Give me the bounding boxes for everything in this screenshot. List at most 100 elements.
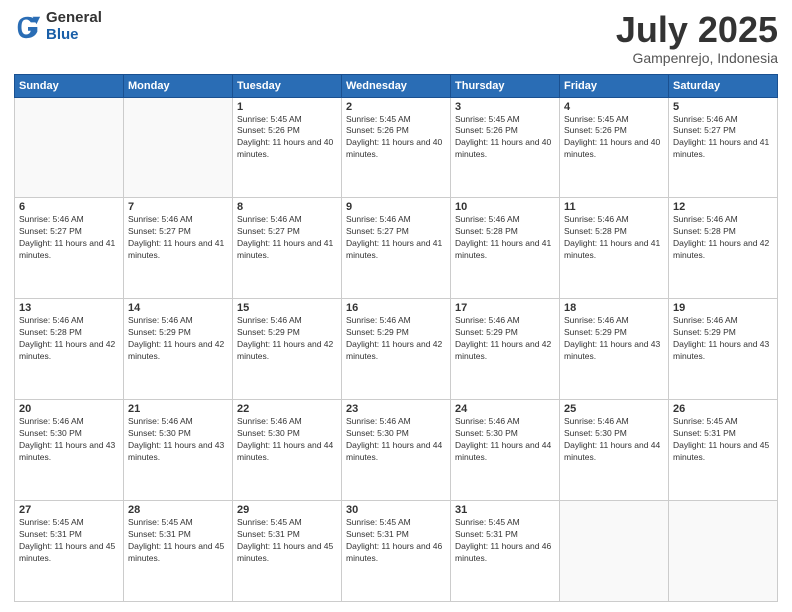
table-row: 18Sunrise: 5:46 AMSunset: 5:29 PMDayligh…: [560, 299, 669, 400]
sun-info: Sunrise: 5:45 AMSunset: 5:26 PMDaylight:…: [564, 114, 664, 162]
sun-info: Sunrise: 5:45 AMSunset: 5:31 PMDaylight:…: [19, 517, 119, 565]
table-row: 11Sunrise: 5:46 AMSunset: 5:28 PMDayligh…: [560, 198, 669, 299]
day-number: 2: [346, 101, 446, 113]
table-row: [669, 501, 778, 602]
day-number: 23: [346, 403, 446, 415]
sun-info: Sunrise: 5:45 AMSunset: 5:31 PMDaylight:…: [237, 517, 337, 565]
calendar-week-row: 20Sunrise: 5:46 AMSunset: 5:30 PMDayligh…: [15, 400, 778, 501]
day-number: 16: [346, 302, 446, 314]
location: Gampenrejo, Indonesia: [616, 50, 778, 66]
table-row: [124, 97, 233, 198]
sun-info: Sunrise: 5:45 AMSunset: 5:31 PMDaylight:…: [673, 416, 773, 464]
logo: General Blue: [14, 10, 102, 43]
col-tuesday: Tuesday: [233, 74, 342, 97]
day-number: 14: [128, 302, 228, 314]
col-saturday: Saturday: [669, 74, 778, 97]
table-row: 21Sunrise: 5:46 AMSunset: 5:30 PMDayligh…: [124, 400, 233, 501]
table-row: 4Sunrise: 5:45 AMSunset: 5:26 PMDaylight…: [560, 97, 669, 198]
table-row: 15Sunrise: 5:46 AMSunset: 5:29 PMDayligh…: [233, 299, 342, 400]
table-row: 1Sunrise: 5:45 AMSunset: 5:26 PMDaylight…: [233, 97, 342, 198]
day-number: 25: [564, 403, 664, 415]
day-number: 3: [455, 101, 555, 113]
title-block: July 2025 Gampenrejo, Indonesia: [616, 10, 778, 66]
day-number: 12: [673, 201, 773, 213]
sun-info: Sunrise: 5:45 AMSunset: 5:31 PMDaylight:…: [455, 517, 555, 565]
sun-info: Sunrise: 5:46 AMSunset: 5:29 PMDaylight:…: [128, 315, 228, 363]
calendar-week-row: 1Sunrise: 5:45 AMSunset: 5:26 PMDaylight…: [15, 97, 778, 198]
sun-info: Sunrise: 5:46 AMSunset: 5:29 PMDaylight:…: [673, 315, 773, 363]
sun-info: Sunrise: 5:45 AMSunset: 5:26 PMDaylight:…: [346, 114, 446, 162]
day-number: 11: [564, 201, 664, 213]
day-number: 7: [128, 201, 228, 213]
table-row: 25Sunrise: 5:46 AMSunset: 5:30 PMDayligh…: [560, 400, 669, 501]
col-sunday: Sunday: [15, 74, 124, 97]
day-number: 18: [564, 302, 664, 314]
day-number: 17: [455, 302, 555, 314]
col-wednesday: Wednesday: [342, 74, 451, 97]
logo-blue-text: Blue: [46, 27, 102, 44]
table-row: 13Sunrise: 5:46 AMSunset: 5:28 PMDayligh…: [15, 299, 124, 400]
day-number: 24: [455, 403, 555, 415]
sun-info: Sunrise: 5:46 AMSunset: 5:29 PMDaylight:…: [237, 315, 337, 363]
sun-info: Sunrise: 5:46 AMSunset: 5:27 PMDaylight:…: [237, 214, 337, 262]
day-number: 10: [455, 201, 555, 213]
table-row: 14Sunrise: 5:46 AMSunset: 5:29 PMDayligh…: [124, 299, 233, 400]
table-row: [560, 501, 669, 602]
table-row: 8Sunrise: 5:46 AMSunset: 5:27 PMDaylight…: [233, 198, 342, 299]
table-row: 9Sunrise: 5:46 AMSunset: 5:27 PMDaylight…: [342, 198, 451, 299]
day-number: 6: [19, 201, 119, 213]
col-thursday: Thursday: [451, 74, 560, 97]
table-row: 26Sunrise: 5:45 AMSunset: 5:31 PMDayligh…: [669, 400, 778, 501]
page: General Blue July 2025 Gampenrejo, Indon…: [0, 0, 792, 612]
sun-info: Sunrise: 5:46 AMSunset: 5:29 PMDaylight:…: [455, 315, 555, 363]
day-number: 13: [19, 302, 119, 314]
sun-info: Sunrise: 5:46 AMSunset: 5:30 PMDaylight:…: [564, 416, 664, 464]
day-number: 22: [237, 403, 337, 415]
table-row: 7Sunrise: 5:46 AMSunset: 5:27 PMDaylight…: [124, 198, 233, 299]
table-row: 10Sunrise: 5:46 AMSunset: 5:28 PMDayligh…: [451, 198, 560, 299]
sun-info: Sunrise: 5:46 AMSunset: 5:27 PMDaylight:…: [128, 214, 228, 262]
calendar-table: Sunday Monday Tuesday Wednesday Thursday…: [14, 74, 778, 602]
sun-info: Sunrise: 5:46 AMSunset: 5:30 PMDaylight:…: [19, 416, 119, 464]
sun-info: Sunrise: 5:45 AMSunset: 5:26 PMDaylight:…: [455, 114, 555, 162]
table-row: 28Sunrise: 5:45 AMSunset: 5:31 PMDayligh…: [124, 501, 233, 602]
sun-info: Sunrise: 5:46 AMSunset: 5:29 PMDaylight:…: [346, 315, 446, 363]
day-number: 21: [128, 403, 228, 415]
sun-info: Sunrise: 5:46 AMSunset: 5:27 PMDaylight:…: [346, 214, 446, 262]
sun-info: Sunrise: 5:46 AMSunset: 5:27 PMDaylight:…: [673, 114, 773, 162]
day-number: 26: [673, 403, 773, 415]
table-row: 17Sunrise: 5:46 AMSunset: 5:29 PMDayligh…: [451, 299, 560, 400]
sun-info: Sunrise: 5:46 AMSunset: 5:30 PMDaylight:…: [346, 416, 446, 464]
table-row: 19Sunrise: 5:46 AMSunset: 5:29 PMDayligh…: [669, 299, 778, 400]
table-row: 5Sunrise: 5:46 AMSunset: 5:27 PMDaylight…: [669, 97, 778, 198]
day-number: 9: [346, 201, 446, 213]
day-number: 8: [237, 201, 337, 213]
table-row: 20Sunrise: 5:46 AMSunset: 5:30 PMDayligh…: [15, 400, 124, 501]
day-number: 20: [19, 403, 119, 415]
table-row: 30Sunrise: 5:45 AMSunset: 5:31 PMDayligh…: [342, 501, 451, 602]
sun-info: Sunrise: 5:46 AMSunset: 5:29 PMDaylight:…: [564, 315, 664, 363]
table-row: 3Sunrise: 5:45 AMSunset: 5:26 PMDaylight…: [451, 97, 560, 198]
sun-info: Sunrise: 5:46 AMSunset: 5:28 PMDaylight:…: [673, 214, 773, 262]
sun-info: Sunrise: 5:46 AMSunset: 5:28 PMDaylight:…: [564, 214, 664, 262]
table-row: 29Sunrise: 5:45 AMSunset: 5:31 PMDayligh…: [233, 501, 342, 602]
table-row: 27Sunrise: 5:45 AMSunset: 5:31 PMDayligh…: [15, 501, 124, 602]
table-row: 31Sunrise: 5:45 AMSunset: 5:31 PMDayligh…: [451, 501, 560, 602]
calendar-week-row: 13Sunrise: 5:46 AMSunset: 5:28 PMDayligh…: [15, 299, 778, 400]
day-number: 31: [455, 504, 555, 516]
sun-info: Sunrise: 5:45 AMSunset: 5:31 PMDaylight:…: [346, 517, 446, 565]
day-number: 5: [673, 101, 773, 113]
day-number: 28: [128, 504, 228, 516]
day-number: 4: [564, 101, 664, 113]
day-number: 30: [346, 504, 446, 516]
table-row: 23Sunrise: 5:46 AMSunset: 5:30 PMDayligh…: [342, 400, 451, 501]
header: General Blue July 2025 Gampenrejo, Indon…: [14, 10, 778, 66]
sun-info: Sunrise: 5:46 AMSunset: 5:27 PMDaylight:…: [19, 214, 119, 262]
col-friday: Friday: [560, 74, 669, 97]
sun-info: Sunrise: 5:46 AMSunset: 5:30 PMDaylight:…: [455, 416, 555, 464]
table-row: 16Sunrise: 5:46 AMSunset: 5:29 PMDayligh…: [342, 299, 451, 400]
sun-info: Sunrise: 5:45 AMSunset: 5:26 PMDaylight:…: [237, 114, 337, 162]
sun-info: Sunrise: 5:46 AMSunset: 5:28 PMDaylight:…: [19, 315, 119, 363]
sun-info: Sunrise: 5:46 AMSunset: 5:30 PMDaylight:…: [237, 416, 337, 464]
table-row: 2Sunrise: 5:45 AMSunset: 5:26 PMDaylight…: [342, 97, 451, 198]
